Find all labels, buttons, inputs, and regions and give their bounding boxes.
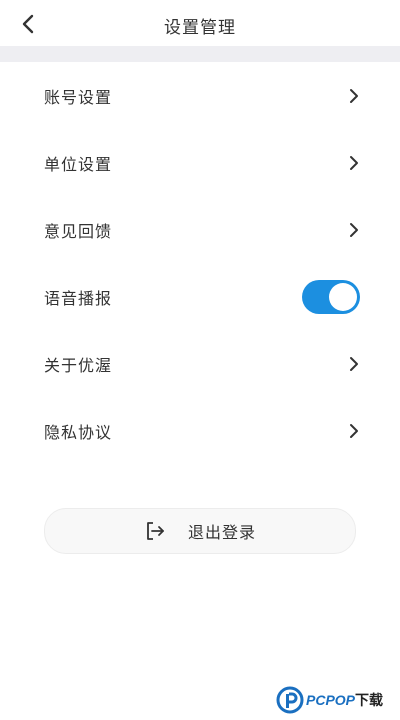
settings-item-label: 语音播报 [44,288,113,308]
settings-item-privacy[interactable]: 隐私协议 [0,397,400,464]
page-title: 设置管理 [164,18,236,38]
settings-item-account[interactable]: 账号设置 [0,62,400,129]
settings-item-about[interactable]: 关于优渥 [0,330,400,397]
chevron-right-icon [348,88,360,104]
settings-item-label: 隐私协议 [44,422,113,442]
voice-broadcast-toggle[interactable] [302,279,360,314]
chevron-right-icon [348,155,360,171]
settings-item-feedback[interactable]: 意见回馈 [0,196,400,263]
watermark: PCPOP下载 [276,684,398,716]
chevron-right-icon [348,356,360,372]
chevron-right-icon [348,423,360,439]
logout-label: 退出登录 [187,523,256,542]
chevron-right-icon [348,222,360,238]
settings-item-voice-broadcast: 语音播报 [0,263,400,330]
settings-item-unit[interactable]: 单位设置 [0,129,400,196]
settings-item-label: 意见回馈 [44,221,113,241]
header-divider [0,46,400,62]
settings-item-label: 单位设置 [44,154,113,174]
header-bar: 设置管理 [0,0,400,48]
toggle-knob [329,282,357,311]
settings-item-label: 关于优渥 [44,355,113,375]
watermark-text: PCPOP下载 [306,692,384,708]
settings-list: 账号设置 单位设置 意见回馈 语音播报 关于优渥 隐私协议 [0,62,400,464]
logout-button[interactable]: 退出登录 [44,508,356,554]
pcpop-logo-icon [276,686,304,714]
settings-item-label: 账号设置 [44,87,113,107]
logout-icon [144,520,166,542]
